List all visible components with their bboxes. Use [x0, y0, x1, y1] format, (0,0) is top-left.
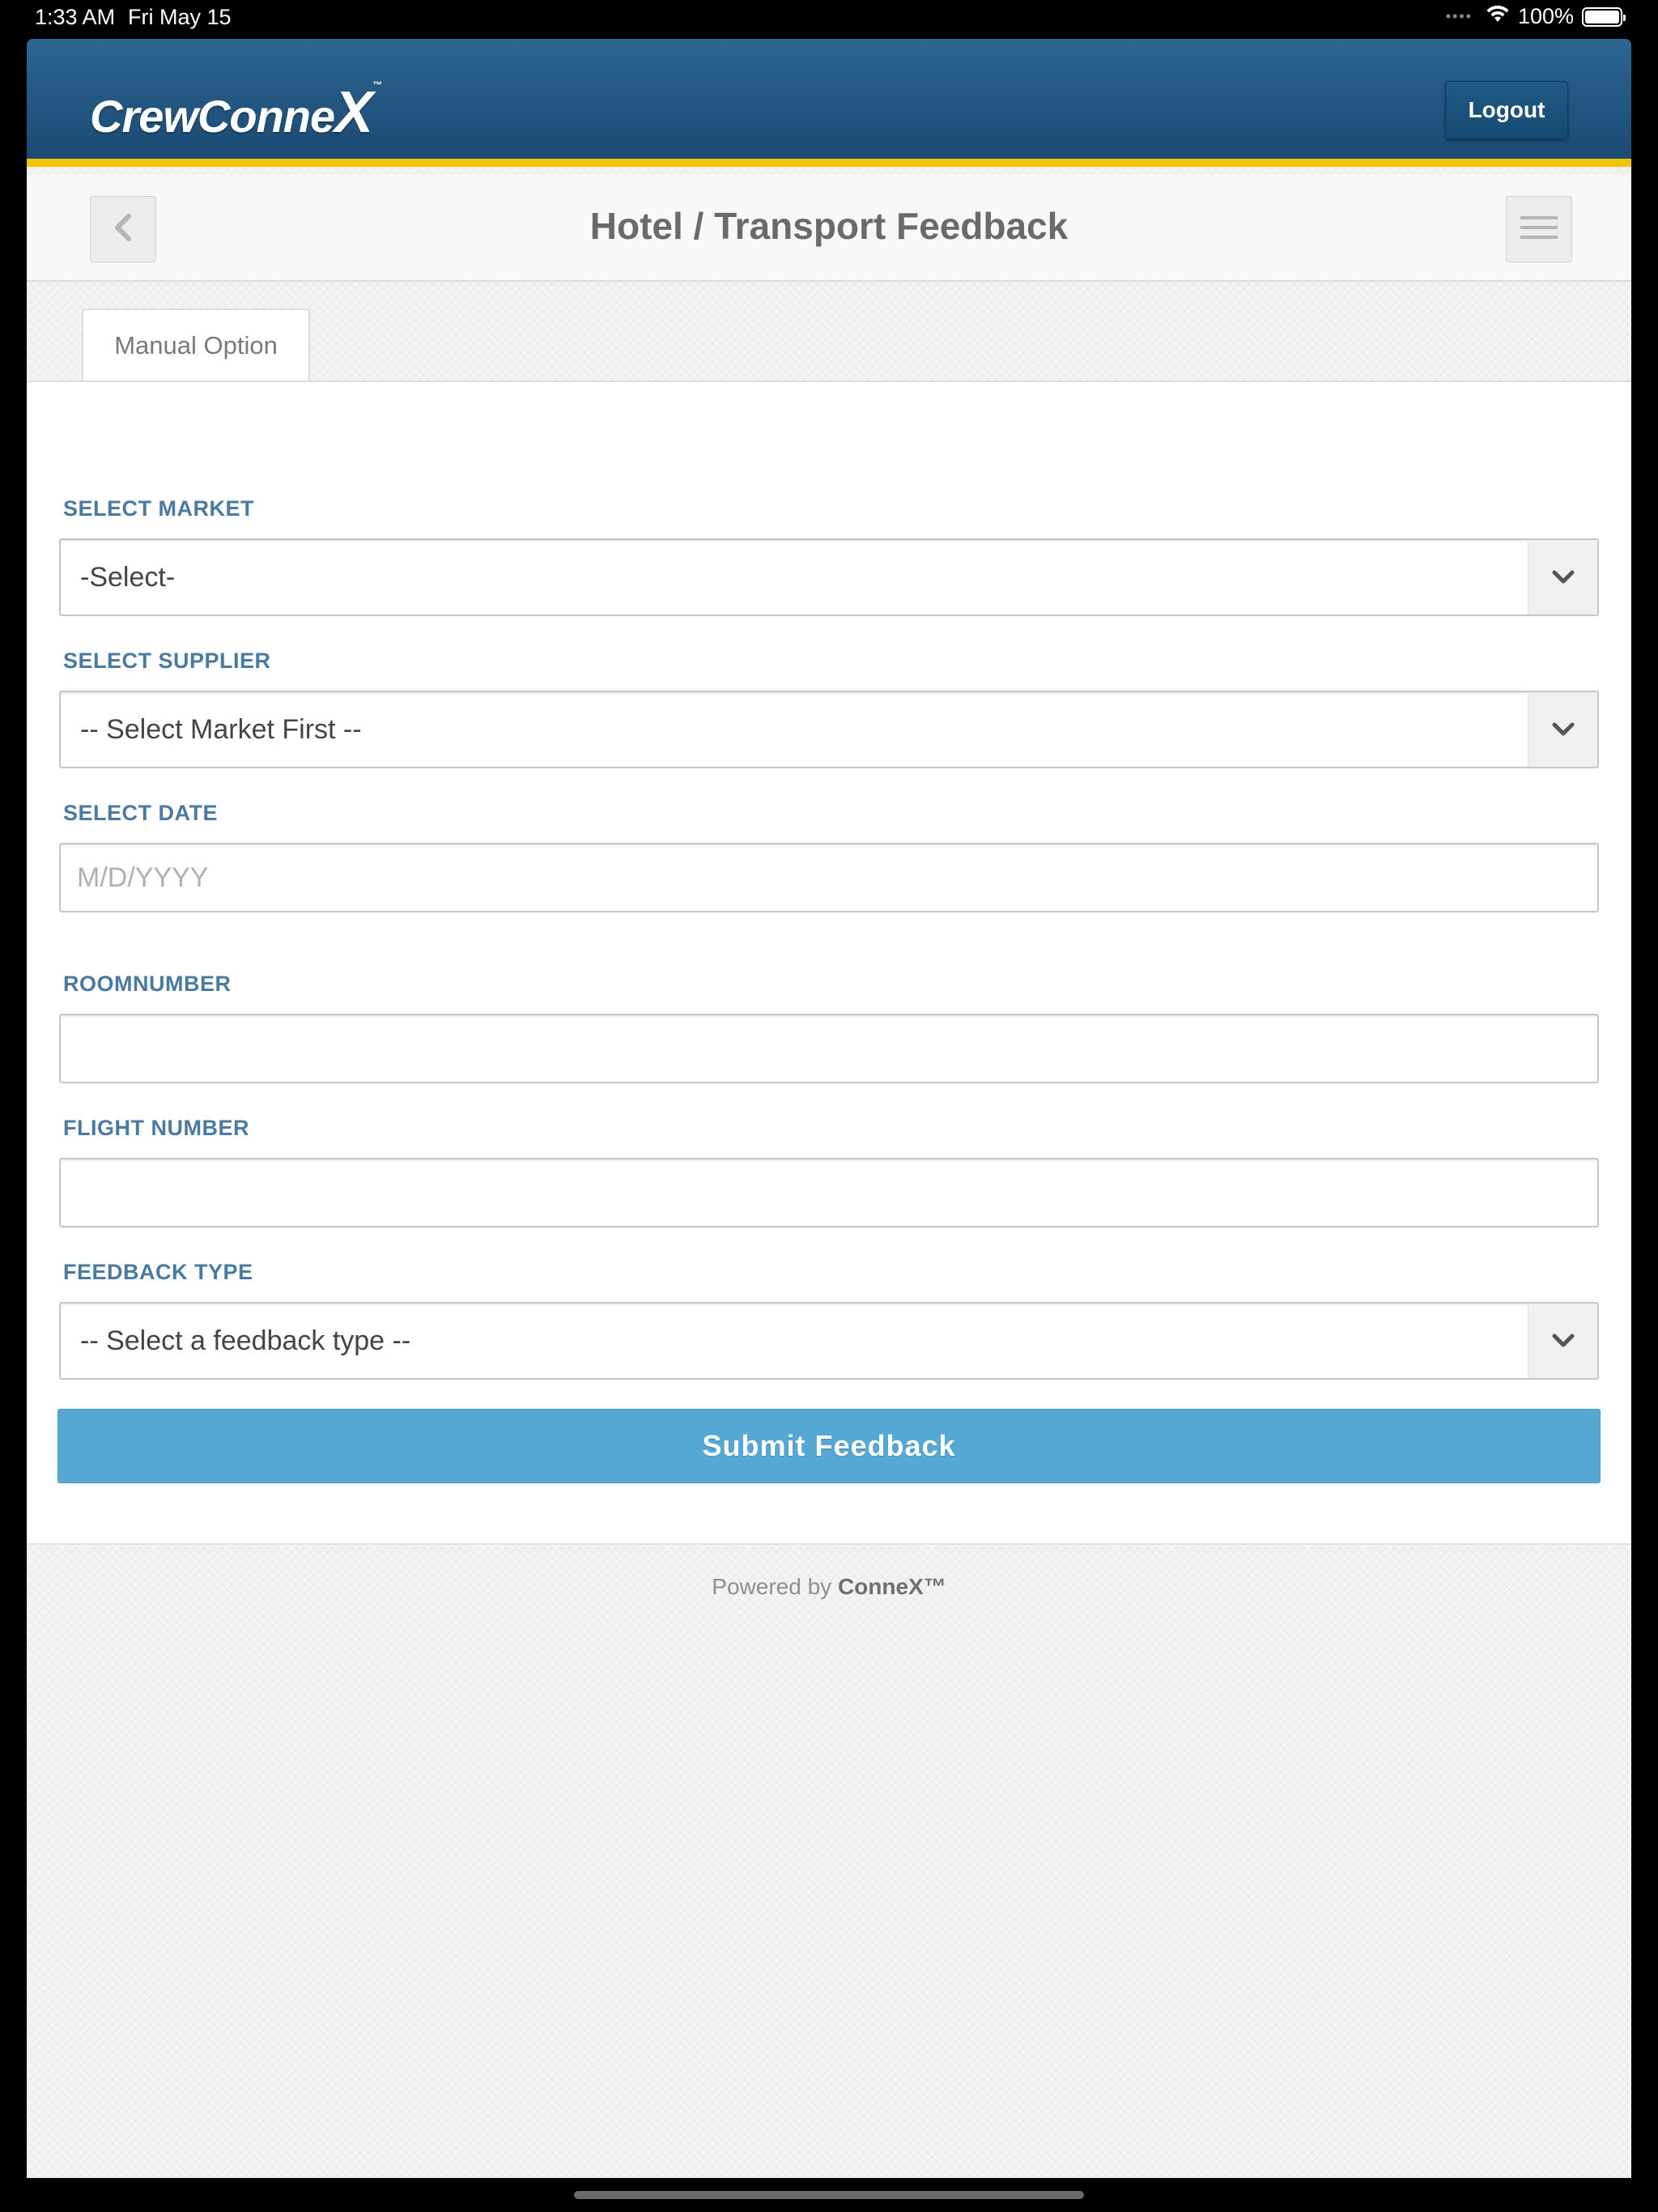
battery-percent: 100%	[1517, 4, 1574, 28]
chevron-down-icon	[1528, 692, 1597, 767]
status-time: 1:33 AM	[35, 5, 116, 29]
app-window: CrewConneX™ Logout Hotel / Transport Fee…	[27, 39, 1631, 2178]
crewconnex-logo: CrewConneX™	[90, 79, 382, 145]
chevron-down-icon	[1528, 1304, 1597, 1378]
status-bar: 1:33 AM Fri May 15 •••• 100%	[0, 0, 1658, 39]
feedback-type-dropdown[interactable]: -- Select a feedback type --	[59, 1302, 1599, 1380]
chevron-down-icon	[1528, 540, 1597, 615]
hamburger-menu-icon	[1520, 214, 1558, 245]
feedback-type-value: -- Select a feedback type --	[80, 1325, 411, 1356]
room-number-label: ROOMNUMBER	[63, 972, 232, 996]
home-indicator[interactable]	[574, 2191, 1084, 2199]
room-number-input[interactable]	[59, 1014, 1599, 1083]
status-right: •••• 100%	[1445, 4, 1626, 29]
connex-brand: ConneX™	[837, 1574, 946, 1599]
flight-number-input[interactable]	[59, 1158, 1599, 1227]
footer-powered-by: Powered by ConneX™	[27, 1574, 1631, 1600]
date-input[interactable]	[59, 843, 1599, 912]
submit-feedback-button[interactable]: Submit Feedback	[57, 1409, 1601, 1483]
select-market-value: -Select-	[80, 561, 176, 593]
flight-number-label: FLIGHT NUMBER	[63, 1116, 249, 1140]
status-date: Fri May 15	[128, 5, 232, 29]
select-market-label: SELECT MARKET	[63, 496, 254, 521]
select-supplier-label: SELECT SUPPLIER	[63, 649, 271, 673]
feedback-form: SELECT MARKET -Select- SELECT SUPPLIER -…	[27, 381, 1631, 1545]
menu-button[interactable]	[1506, 196, 1572, 262]
title-bar: Hotel / Transport Feedback	[27, 175, 1631, 282]
multitasking-dots-icon: ••••	[1445, 8, 1473, 24]
wifi-icon	[1486, 4, 1510, 29]
select-supplier-dropdown[interactable]: -- Select Market First --	[59, 691, 1599, 768]
select-date-label: SELECT DATE	[63, 801, 219, 825]
select-market-dropdown[interactable]: -Select-	[59, 538, 1599, 616]
powered-by-text: Powered by	[712, 1574, 832, 1599]
app-header: CrewConneX™ Logout	[27, 39, 1631, 167]
logout-button[interactable]: Logout	[1445, 81, 1568, 139]
select-supplier-value: -- Select Market First --	[80, 713, 362, 745]
tab-manual-option[interactable]: Manual Option	[82, 308, 310, 381]
page-title: Hotel / Transport Feedback	[589, 205, 1069, 247]
battery-icon	[1582, 6, 1626, 27]
feedback-type-label: FEEDBACK TYPE	[63, 1260, 253, 1284]
